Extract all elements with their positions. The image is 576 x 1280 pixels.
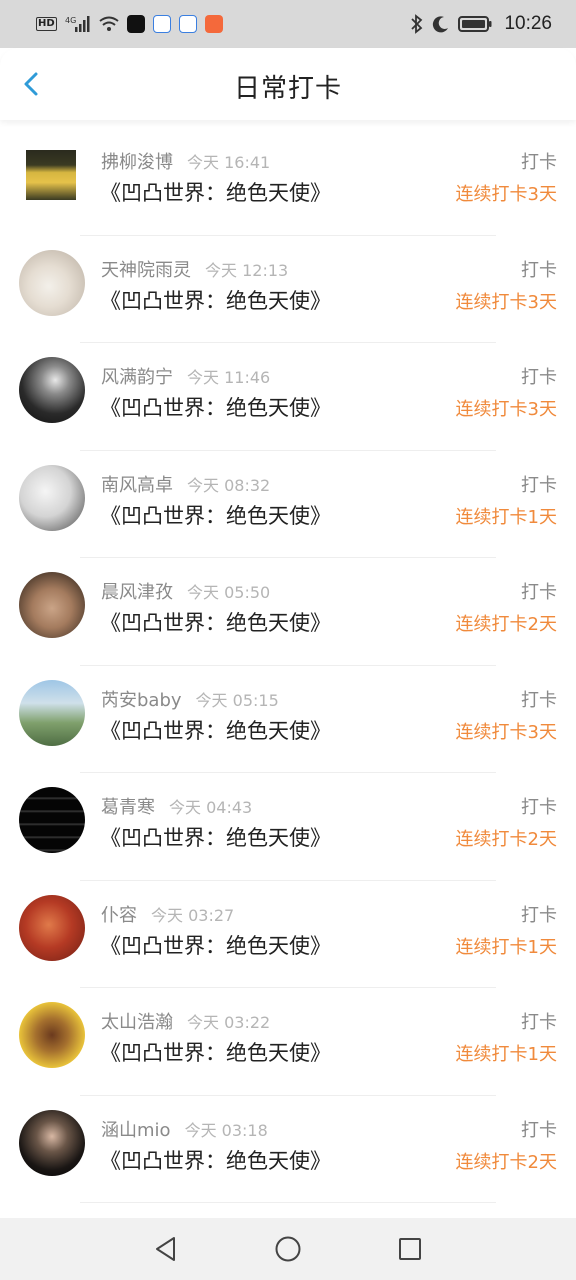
- book-title[interactable]: 《凹凸世界：绝色天使》: [100, 607, 331, 637]
- action-label: 打卡: [521, 904, 557, 926]
- checkin-time: 今天 03:18: [184, 1120, 268, 1140]
- streak-label: 连续打卡2天: [455, 829, 557, 850]
- app-header: 日常打卡: [0, 48, 576, 120]
- checkin-time: 今天 05:50: [187, 583, 271, 602]
- list-item[interactable]: 南风高卓 今天 08:32 《凹凸世界：绝色天使》 打卡 连续打卡1天: [0, 451, 576, 558]
- book-title[interactable]: 《凹凸世界：绝色天使》: [100, 822, 331, 852]
- checkin-time: 今天 16:41: [187, 153, 271, 172]
- bluetooth-icon: [411, 14, 423, 34]
- baidu-icon: [178, 15, 197, 33]
- user-name[interactable]: 拂柳浚博 今天 16:41: [101, 148, 270, 174]
- status-time: 10:26: [504, 13, 552, 34]
- battery-icon: [458, 16, 492, 32]
- book-title[interactable]: 《凹凸世界：绝色天使》: [100, 1145, 331, 1175]
- wifi-icon: [99, 16, 119, 31]
- checkin-time: 今天 12:13: [205, 260, 289, 280]
- avatar[interactable]: [19, 357, 85, 423]
- checkin-time: 今天 05:15: [195, 690, 279, 710]
- baidu-icon: [152, 15, 171, 33]
- avatar[interactable]: [19, 1109, 85, 1176]
- avatar[interactable]: [19, 1002, 85, 1068]
- list-item[interactable]: 葛青寒 今天 04:43 《凹凸世界：绝色天使》 打卡 连续打卡2天: [0, 773, 576, 881]
- list-item[interactable]: 芮安baby 今天 05:15 《凹凸世界：绝色天使》 打卡 连续打卡3天: [0, 666, 576, 773]
- list-item[interactable]: 仆容 今天 03:27 《凹凸世界：绝色天使》 打卡 连续打卡1天: [0, 881, 576, 988]
- action-label: 打卡: [521, 474, 557, 496]
- action-label: 打卡: [521, 689, 557, 711]
- streak-label: 连续打卡1天: [455, 1044, 557, 1065]
- nav-recents-button[interactable]: [349, 1218, 471, 1280]
- action-label: 打卡: [521, 797, 557, 818]
- streak-label: 连续打卡2天: [455, 1151, 557, 1173]
- list-item[interactable]: 天神院雨灵 今天 12:13 《凹凸世界：绝色天使》 打卡 连续打卡3天: [0, 236, 576, 343]
- book-title[interactable]: 《凹凸世界：绝色天使》: [100, 177, 331, 207]
- checkin-time: 今天 11:46: [187, 368, 271, 387]
- system-nav-bar: [0, 1218, 576, 1280]
- nav-back-button[interactable]: [105, 1218, 227, 1280]
- book-title[interactable]: 《凹凸世界：绝色天使》: [100, 392, 331, 422]
- list-item[interactable]: 涵山mio 今天 03:18 《凹凸世界：绝色天使》 打卡 连续打卡2天: [0, 1096, 576, 1203]
- app-notification-icon: [126, 15, 145, 33]
- app-icon: [204, 15, 223, 33]
- status-right-icons: 10:26: [410, 13, 552, 35]
- streak-label: 连续打卡3天: [455, 721, 557, 743]
- user-name[interactable]: 太山浩瀚 今天 03:22: [101, 1008, 270, 1034]
- user-name[interactable]: 南风高卓 今天 08:32: [101, 471, 270, 497]
- action-label: 打卡: [521, 1119, 557, 1141]
- recents-square-icon: [399, 1238, 421, 1260]
- avatar[interactable]: [26, 150, 76, 200]
- user-name[interactable]: 涵山mio 今天 03:18: [101, 1116, 268, 1142]
- avatar[interactable]: [19, 249, 85, 316]
- list-item[interactable]: 风满韵宁 今天 11:46 《凹凸世界：绝色天使》 打卡 连续打卡3天: [0, 343, 576, 451]
- 4g-signal-icon: 4G: [65, 16, 90, 32]
- checkin-time: 今天 03:27: [151, 905, 235, 925]
- checkin-time: 今天 08:32: [187, 475, 271, 495]
- streak-label: 连续打卡1天: [455, 506, 557, 528]
- checkin-time: 今天 04:43: [169, 798, 253, 817]
- streak-label: 连续打卡1天: [455, 936, 557, 958]
- user-name[interactable]: 风满韵宁 今天 11:46: [101, 363, 270, 389]
- action-label: 打卡: [521, 367, 557, 388]
- avatar[interactable]: [19, 679, 85, 746]
- status-bar: HD 4G 10:26: [0, 0, 576, 48]
- status-left-icons: HD 4G: [36, 15, 223, 33]
- nav-home-button[interactable]: [227, 1218, 349, 1280]
- streak-label: 连续打卡3天: [455, 399, 557, 420]
- user-name[interactable]: 芮安baby 今天 05:15: [101, 686, 279, 712]
- user-name[interactable]: 天神院雨灵 今天 12:13: [101, 256, 288, 282]
- book-title[interactable]: 《凹凸世界：绝色天使》: [100, 1037, 331, 1067]
- avatar[interactable]: [19, 464, 85, 531]
- streak-label: 连续打卡2天: [455, 614, 557, 635]
- hd-icon: HD: [36, 17, 57, 31]
- user-name[interactable]: 葛青寒 今天 04:43: [101, 793, 252, 819]
- streak-label: 连续打卡3天: [455, 291, 557, 313]
- divider: [80, 1202, 496, 1203]
- home-circle-icon: [275, 1236, 301, 1262]
- avatar[interactable]: [19, 572, 85, 638]
- book-title[interactable]: 《凹凸世界：绝色天使》: [100, 500, 331, 530]
- list-item[interactable]: 晨风津孜 今天 05:50 《凹凸世界：绝色天使》 打卡 连续打卡2天: [0, 558, 576, 666]
- checkin-list: 拂柳浚博 今天 16:41 《凹凸世界：绝色天使》 打卡 连续打卡3天 天神院雨灵…: [0, 128, 576, 1203]
- streak-label: 连续打卡3天: [455, 184, 557, 205]
- user-name[interactable]: 仆容 今天 03:27: [101, 901, 234, 927]
- book-title[interactable]: 《凹凸世界：绝色天使》: [100, 930, 331, 960]
- action-label: 打卡: [521, 1012, 557, 1033]
- svg-text:4G: 4G: [65, 16, 76, 25]
- moon-icon: [433, 16, 449, 33]
- user-name[interactable]: 晨风津孜 今天 05:50: [101, 578, 270, 604]
- action-label: 打卡: [521, 259, 557, 281]
- back-triangle-icon: [156, 1237, 175, 1261]
- avatar[interactable]: [19, 894, 85, 961]
- checkin-time: 今天 03:22: [187, 1013, 271, 1032]
- action-label: 打卡: [521, 152, 557, 173]
- avatar[interactable]: [19, 787, 85, 853]
- book-title[interactable]: 《凹凸世界：绝色天使》: [100, 715, 331, 745]
- page-title: 日常打卡: [233, 74, 342, 104]
- list-item[interactable]: 拂柳浚博 今天 16:41 《凹凸世界：绝色天使》 打卡 连续打卡3天: [0, 128, 576, 236]
- list-item[interactable]: 太山浩瀚 今天 03:22 《凹凸世界：绝色天使》 打卡 连续打卡1天: [0, 988, 576, 1096]
- action-label: 打卡: [521, 582, 557, 603]
- book-title[interactable]: 《凹凸世界：绝色天使》: [100, 285, 331, 315]
